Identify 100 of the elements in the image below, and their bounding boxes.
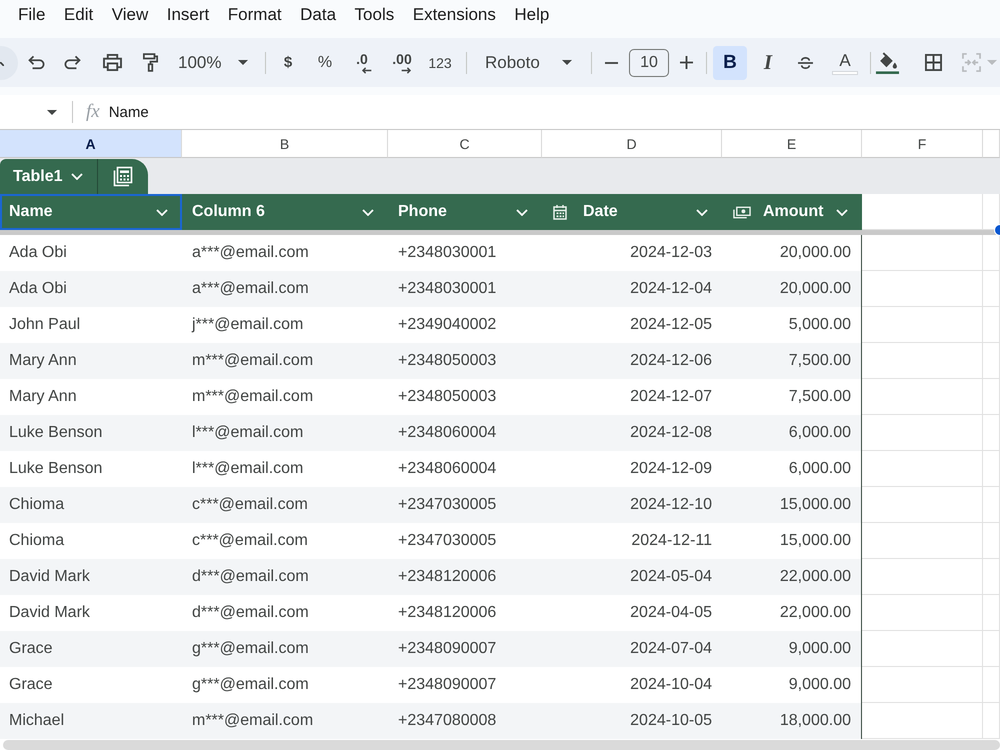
empty-cell <box>983 451 1000 487</box>
formula-input[interactable]: Name <box>108 99 1000 125</box>
table-cell: 2024-12-06 <box>542 343 722 379</box>
empty-cell <box>983 307 1000 343</box>
table-cell: +2348050003 <box>388 343 542 379</box>
menu-item[interactable]: Format <box>228 5 282 25</box>
column-header[interactable]: C <box>388 130 542 158</box>
currency-format-button[interactable]: $ <box>272 46 304 80</box>
caret-icon <box>47 110 57 114</box>
chevron-down-icon[interactable] <box>156 208 168 216</box>
empty-cell <box>983 631 1000 667</box>
grid-icon <box>924 54 942 71</box>
table-cell: 2024-12-10 <box>542 487 722 523</box>
column-header[interactable]: D <box>542 130 722 158</box>
chevron-down-icon[interactable] <box>836 208 848 216</box>
empty-cell <box>983 343 1000 379</box>
menu-item[interactable]: Edit <box>64 5 94 25</box>
table-cell: l***@email.com <box>182 415 388 451</box>
column-header[interactable]: E <box>722 130 862 158</box>
caret-icon <box>562 60 572 65</box>
chevron-down-icon[interactable] <box>696 208 708 216</box>
percent-format-button[interactable]: % <box>309 46 341 80</box>
table-cell: 9,000.00 <box>722 631 862 667</box>
menu-item[interactable]: Help <box>514 5 550 25</box>
table-cell: David Mark <box>0 559 182 595</box>
menu-item[interactable]: Insert <box>166 5 210 25</box>
table-cell: 2024-10-05 <box>542 703 722 739</box>
minus-icon <box>604 62 618 64</box>
column-header[interactable]: A <box>0 130 182 158</box>
table-cell: +2347030005 <box>388 487 542 523</box>
table-cell: Grace <box>0 631 182 667</box>
table-cell: Michael <box>0 703 182 739</box>
chevron-down-icon[interactable] <box>362 208 374 216</box>
menu-item[interactable]: Tools <box>354 5 394 25</box>
column-heading[interactable]: Column 6 <box>182 194 388 230</box>
table-cell: 22,000.00 <box>722 559 862 595</box>
column-heading[interactable]: Date <box>542 194 722 230</box>
empty-cell <box>983 235 1000 271</box>
table-cell: 2024-12-08 <box>542 415 722 451</box>
table-cell: Luke Benson <box>0 415 182 451</box>
table-cell: Ada Obi <box>0 271 182 307</box>
table-cell: Chioma <box>0 487 182 523</box>
decrease-decimal-button[interactable]: .0 <box>346 46 378 80</box>
italic-button[interactable]: I <box>751 46 785 80</box>
column-title: Column 6 <box>192 203 266 221</box>
column-title: Phone <box>398 203 448 221</box>
column-header[interactable]: F <box>862 130 983 158</box>
table-cell: 6,000.00 <box>722 415 862 451</box>
column-title: Name <box>9 203 54 221</box>
table-cell: m***@email.com <box>182 703 388 739</box>
redo-icon <box>63 55 81 70</box>
table-cell: +2348090007 <box>388 631 542 667</box>
number-format-button[interactable]: 123 <box>423 46 457 80</box>
increase-decimal-button[interactable]: .00 <box>385 46 419 80</box>
table-name-button[interactable]: Table1 <box>0 159 97 194</box>
table-cell: 2024-07-04 <box>542 631 722 667</box>
table-cell: Mary Ann <box>0 343 182 379</box>
merge-icon <box>962 53 981 72</box>
horizontal-scrollbar[interactable] <box>3 740 1000 750</box>
column-heading[interactable]: Phone <box>388 194 542 230</box>
column-heading[interactable]: Amount <box>722 194 862 230</box>
table-cell: +2347080008 <box>388 703 542 739</box>
right-arrow-icon <box>400 67 412 74</box>
table-cell: 18,000.00 <box>722 703 862 739</box>
menu-item[interactable]: Data <box>300 5 336 25</box>
empty-cell <box>983 271 1000 307</box>
menu-item[interactable]: File <box>18 5 46 25</box>
column-heading[interactable]: Name <box>0 194 182 230</box>
empty-cell <box>983 487 1000 523</box>
banknote-icon <box>733 206 751 218</box>
column-title: Amount <box>763 203 824 221</box>
calendar-icon <box>553 204 567 220</box>
caret-icon <box>238 60 248 65</box>
strikethrough-icon <box>796 56 814 70</box>
paint-roller-icon <box>142 53 158 72</box>
calculator-icon <box>113 166 133 187</box>
table-cell: d***@email.com <box>182 559 388 595</box>
bold-button[interactable]: B <box>713 46 747 80</box>
chevron-down-icon[interactable] <box>516 208 528 216</box>
left-arrow-icon <box>360 67 372 74</box>
printer-icon <box>102 54 122 71</box>
zoom-select[interactable]: 100% <box>170 46 256 80</box>
empty-cell <box>983 523 1000 559</box>
plus-icon <box>680 56 692 69</box>
paint-bucket-icon <box>874 52 900 74</box>
font-size-field[interactable]: 10 <box>629 48 669 76</box>
menu-item[interactable]: Extensions <box>412 5 496 25</box>
table-cell: +2348060004 <box>388 415 542 451</box>
column-header[interactable]: B <box>182 130 388 158</box>
font-select[interactable]: Roboto <box>475 46 582 80</box>
column-title: Date <box>583 203 619 221</box>
table-cell: a***@email.com <box>182 271 388 307</box>
empty-cell <box>983 559 1000 595</box>
function-label: fx <box>86 101 100 123</box>
table-cell: 7,500.00 <box>722 343 862 379</box>
table-cell: m***@email.com <box>182 343 388 379</box>
menu-item[interactable]: View <box>112 5 148 25</box>
empty-cell <box>983 379 1000 415</box>
table-cell: 2024-12-04 <box>542 271 722 307</box>
text-color-button[interactable]: A <box>828 46 862 80</box>
